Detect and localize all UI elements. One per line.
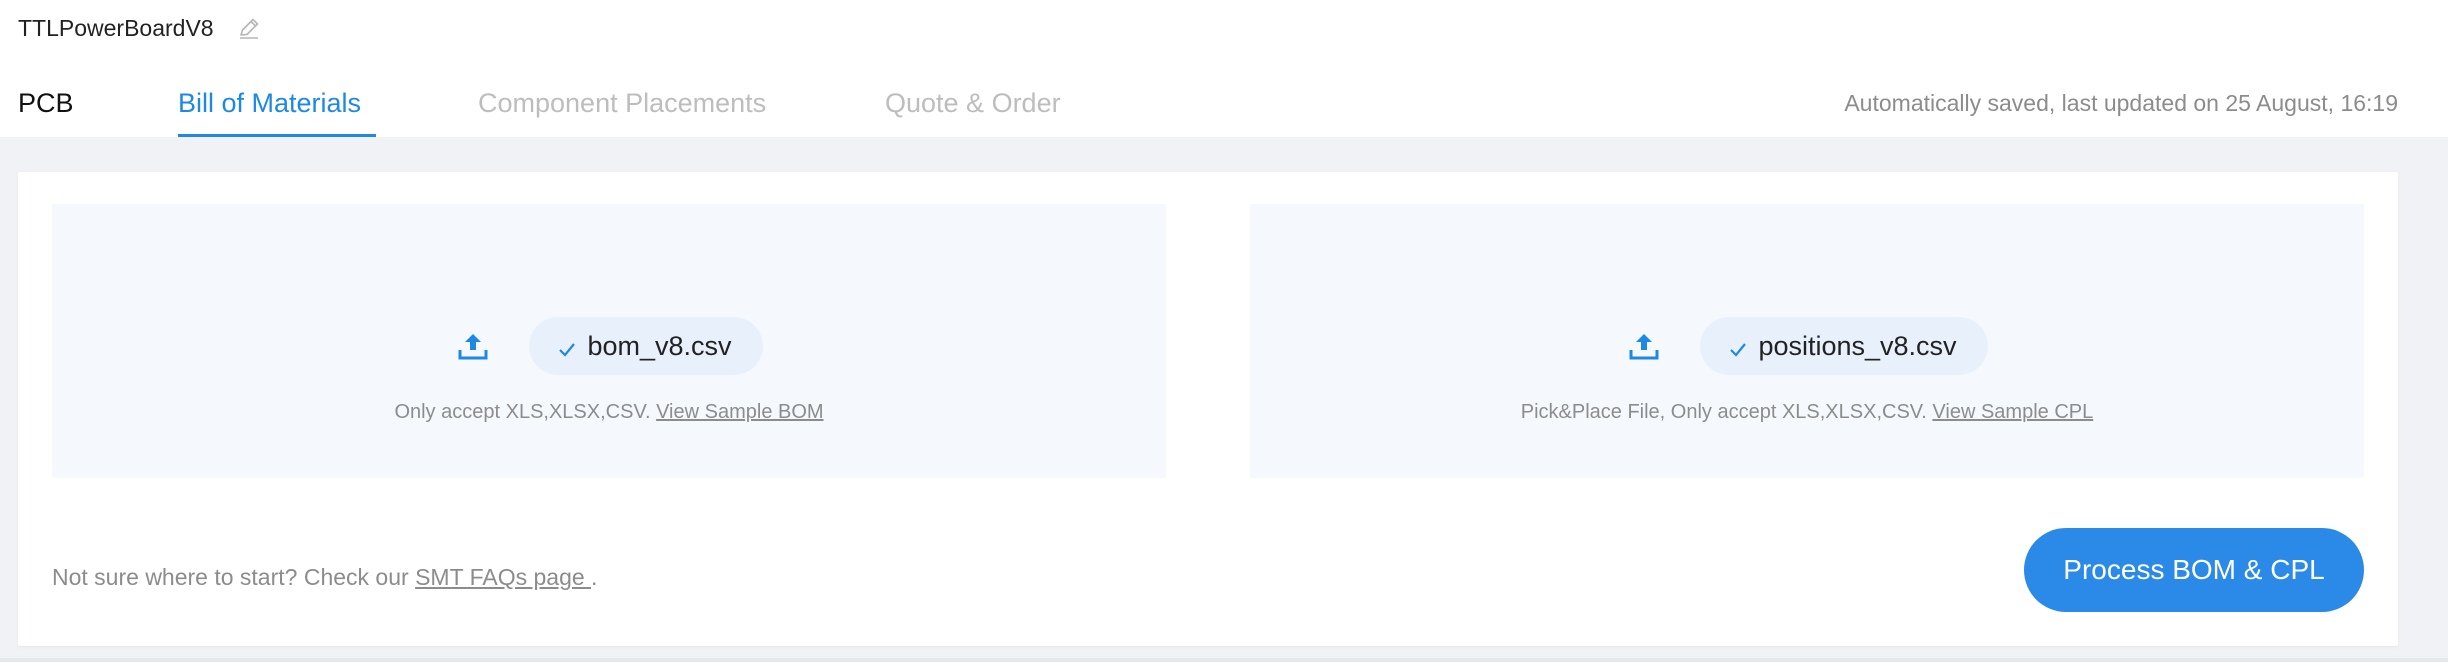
autosave-status: Automatically saved, last updated on 25 … xyxy=(1844,90,2398,116)
cpl-file-name: positions_v8.csv xyxy=(1758,330,1957,361)
bom-dropzone[interactable]: bom_v8.csv Only accept XLS,XLSX,CSV. Vie… xyxy=(52,204,1166,478)
cpl-dropzone[interactable]: positions_v8.csv Pick&Place File, Only a… xyxy=(1250,204,2364,478)
project-title: TTLPowerBoardV8 xyxy=(18,12,262,44)
project-name: TTLPowerBoardV8 xyxy=(18,14,214,41)
bom-file-name: bom_v8.csv xyxy=(587,330,732,361)
top-bar: TTLPowerBoardV8 PCB Bill of Materials Co… xyxy=(0,0,2448,137)
bom-file-chip: bom_v8.csv xyxy=(529,317,763,375)
help-note: Not sure where to start? Check our SMT F… xyxy=(52,564,597,591)
tab-bar: PCB Bill of Materials Component Placemen… xyxy=(0,80,2448,137)
pencil-icon[interactable] xyxy=(236,15,262,41)
tab-bill-of-materials[interactable]: Bill of Materials xyxy=(178,88,361,119)
bom-hint: Only accept XLS,XLSX,CSV. View Sample BO… xyxy=(52,401,1166,424)
bom-hint-text: Only accept XLS,XLSX,CSV. xyxy=(394,401,651,423)
cpl-hint-text: Pick&Place File, Only accept XLS,XLSX,CS… xyxy=(1520,401,1927,423)
tab-component-placements[interactable]: Component Placements xyxy=(478,88,766,119)
bom-upload-row: bom_v8.csv xyxy=(52,317,1166,375)
cpl-upload-row: positions_v8.csv xyxy=(1250,317,2364,375)
cpl-file-chip: positions_v8.csv xyxy=(1700,317,1988,375)
check-icon xyxy=(557,336,577,357)
smt-faqs-link[interactable]: SMT FAQs page xyxy=(415,564,591,590)
upload-icon[interactable] xyxy=(1626,328,1662,364)
help-note-suffix: . xyxy=(591,564,598,590)
tab-pcb[interactable]: PCB xyxy=(18,88,74,119)
view-sample-bom-link[interactable]: View Sample BOM xyxy=(656,401,823,423)
view-sample-cpl-link[interactable]: View Sample CPL xyxy=(1932,401,2093,423)
process-bom-cpl-button[interactable]: Process BOM & CPL xyxy=(2024,528,2364,612)
cpl-hint: Pick&Place File, Only accept XLS,XLSX,CS… xyxy=(1250,401,2364,424)
active-tab-indicator xyxy=(178,134,376,137)
help-note-prefix: Not sure where to start? Check our xyxy=(52,564,409,590)
tab-quote-order[interactable]: Quote & Order xyxy=(885,88,1061,119)
upload-icon[interactable] xyxy=(455,328,491,364)
upload-card: bom_v8.csv Only accept XLS,XLSX,CSV. Vie… xyxy=(18,172,2398,646)
check-icon xyxy=(1728,336,1748,357)
page-bottom-edge xyxy=(0,658,2448,662)
